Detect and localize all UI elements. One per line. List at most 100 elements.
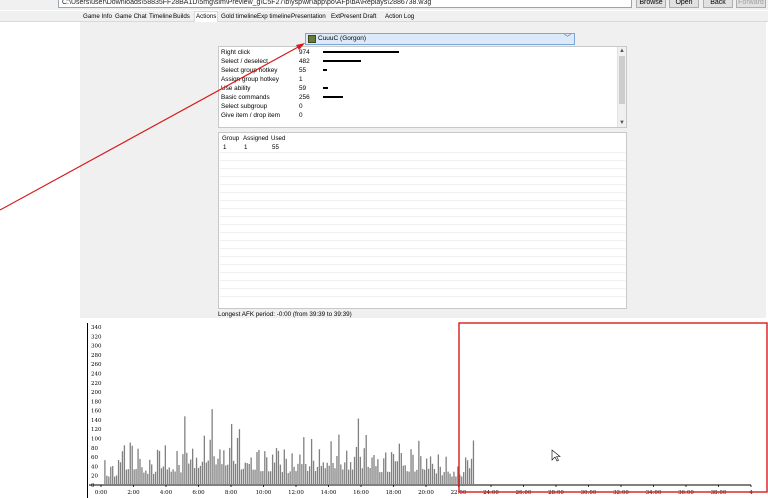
action-row[interactable]: Right click 974 (219, 48, 617, 57)
apm-bar (305, 463, 307, 485)
apm-bar (299, 454, 301, 485)
apm-bar (396, 461, 399, 485)
apm-bar (283, 449, 285, 485)
apm-bar (334, 468, 336, 485)
x-tick-label: 8:00 (225, 490, 238, 496)
apm-bar (264, 451, 266, 485)
apm-bar (192, 448, 194, 485)
table-grid-line (220, 280, 625, 281)
y-tick-label: 240 (91, 371, 102, 377)
apm-bar (112, 466, 114, 485)
apm-bar (170, 471, 172, 485)
apm-bar (312, 460, 315, 485)
apm-bar (468, 468, 471, 485)
y-tick-label: 80 (91, 446, 98, 452)
apm-bar (168, 467, 170, 485)
apm-bar (225, 465, 227, 485)
browse-button[interactable]: Browse (636, 0, 666, 8)
apm-bar (346, 450, 348, 485)
assigned-cell: 1 (244, 144, 248, 151)
action-row[interactable]: Basic commands 256 (219, 93, 617, 102)
y-tick-label: 160 (91, 409, 102, 415)
action-row[interactable]: Select subgroup 0 (219, 102, 617, 111)
table-grid-line (220, 224, 625, 225)
y-tick-label: 140 (91, 418, 102, 424)
actions-scrollbar[interactable]: ▲ ▼ (617, 47, 626, 127)
apm-bar (135, 469, 137, 485)
apm-bar (349, 462, 352, 485)
table-grid-line (220, 216, 625, 217)
replay-path-input[interactable]: C:\Users\user\Downloads\58835FF28BA1D\5m… (58, 0, 632, 8)
table-grid-line (220, 272, 625, 273)
column-header-assigned[interactable]: Assigned (243, 135, 268, 143)
action-row[interactable]: Use ability 59 (219, 84, 617, 93)
scrollbar-thumb[interactable] (619, 56, 625, 104)
y-tick-label: 300 (91, 344, 102, 350)
apm-bar (455, 476, 457, 485)
apm-bar (402, 465, 404, 485)
apm-bar (412, 454, 414, 485)
hotkey-groups-table: Group Assigned Used 1 1 55 (218, 132, 627, 309)
table-grid-line (220, 168, 625, 169)
table-grid-line (220, 248, 625, 249)
forward-button[interactable]: Forward (736, 0, 766, 8)
apm-bar (307, 470, 309, 485)
apm-bar (250, 457, 252, 485)
x-tick-label: 16:00 (353, 490, 369, 496)
tab-game-chat[interactable]: Game Chat (114, 12, 148, 22)
x-tick-label: 10:00 (256, 490, 272, 496)
apm-bar (420, 456, 422, 485)
apm-bar (316, 466, 319, 485)
apm-bar (190, 459, 192, 485)
group-cell: 1 (223, 144, 227, 151)
tab-gold-timeline[interactable]: Gold timeline (220, 12, 258, 22)
apm-bar (336, 455, 338, 485)
apm-bar (340, 464, 342, 485)
apm-bar (295, 471, 297, 485)
actions-list[interactable]: Right click 974 Select / deselect 482 Se… (218, 46, 627, 128)
apm-bar (195, 457, 198, 485)
apm-bar (227, 464, 229, 485)
x-tick-label: 26:00 (516, 490, 532, 496)
apm-bar (392, 453, 395, 485)
toolbar: C:\Users\user\Downloads\58835FF28BA1D\5m… (0, 0, 768, 10)
player-dropdown[interactable]: CuuuC (Gorgon) ﹀ (305, 33, 575, 45)
tab-extpresent[interactable]: ExtPresent (330, 12, 362, 22)
action-name: Select / deselect (221, 58, 268, 65)
apm-bar (410, 449, 412, 485)
apm-bar (431, 463, 434, 485)
tab-game-info[interactable]: Game Info (82, 12, 113, 22)
apm-bar (254, 469, 256, 485)
apm-bar (256, 452, 258, 485)
apm-bar (231, 423, 233, 485)
y-tick-label: 0 (91, 483, 95, 489)
tab-exp-timeline[interactable]: Exp timeline (256, 12, 292, 22)
back-button[interactable]: Back (703, 0, 733, 8)
tab-draft[interactable]: Draft (362, 12, 377, 22)
tab-timeline[interactable]: Timeline (148, 12, 173, 22)
action-name: Assign group hotkey (221, 76, 279, 83)
apm-bar (449, 473, 451, 485)
y-tick-label: 280 (91, 353, 102, 359)
scroll-down-icon[interactable]: ▼ (618, 119, 626, 127)
column-header-group[interactable]: Group (222, 135, 239, 143)
apm-bar (108, 476, 110, 485)
apm-bar (289, 471, 291, 485)
open-button[interactable]: Open (669, 0, 699, 8)
action-row[interactable]: Select group hotkey 55 (219, 66, 617, 75)
x-tick-label: 2:00 (127, 490, 140, 496)
table-grid-line (220, 176, 625, 177)
apm-bar (236, 437, 239, 485)
tab-presentation[interactable]: Presentation (290, 12, 327, 22)
apm-bar (211, 409, 213, 485)
scroll-up-icon[interactable]: ▲ (618, 47, 626, 55)
apm-bar (137, 448, 139, 485)
tab-action-log[interactable]: Action Log (384, 12, 415, 22)
action-row[interactable]: Give item / drop item 0 (219, 111, 617, 120)
tab-actions[interactable]: Actions (194, 11, 219, 22)
action-row[interactable]: Select / deselect 482 (219, 57, 617, 66)
action-row[interactable]: Assign group hotkey 1 (219, 75, 617, 84)
apm-bar (447, 471, 449, 485)
tab-builds[interactable]: Builds (172, 12, 191, 22)
column-header-used[interactable]: Used (271, 135, 285, 143)
